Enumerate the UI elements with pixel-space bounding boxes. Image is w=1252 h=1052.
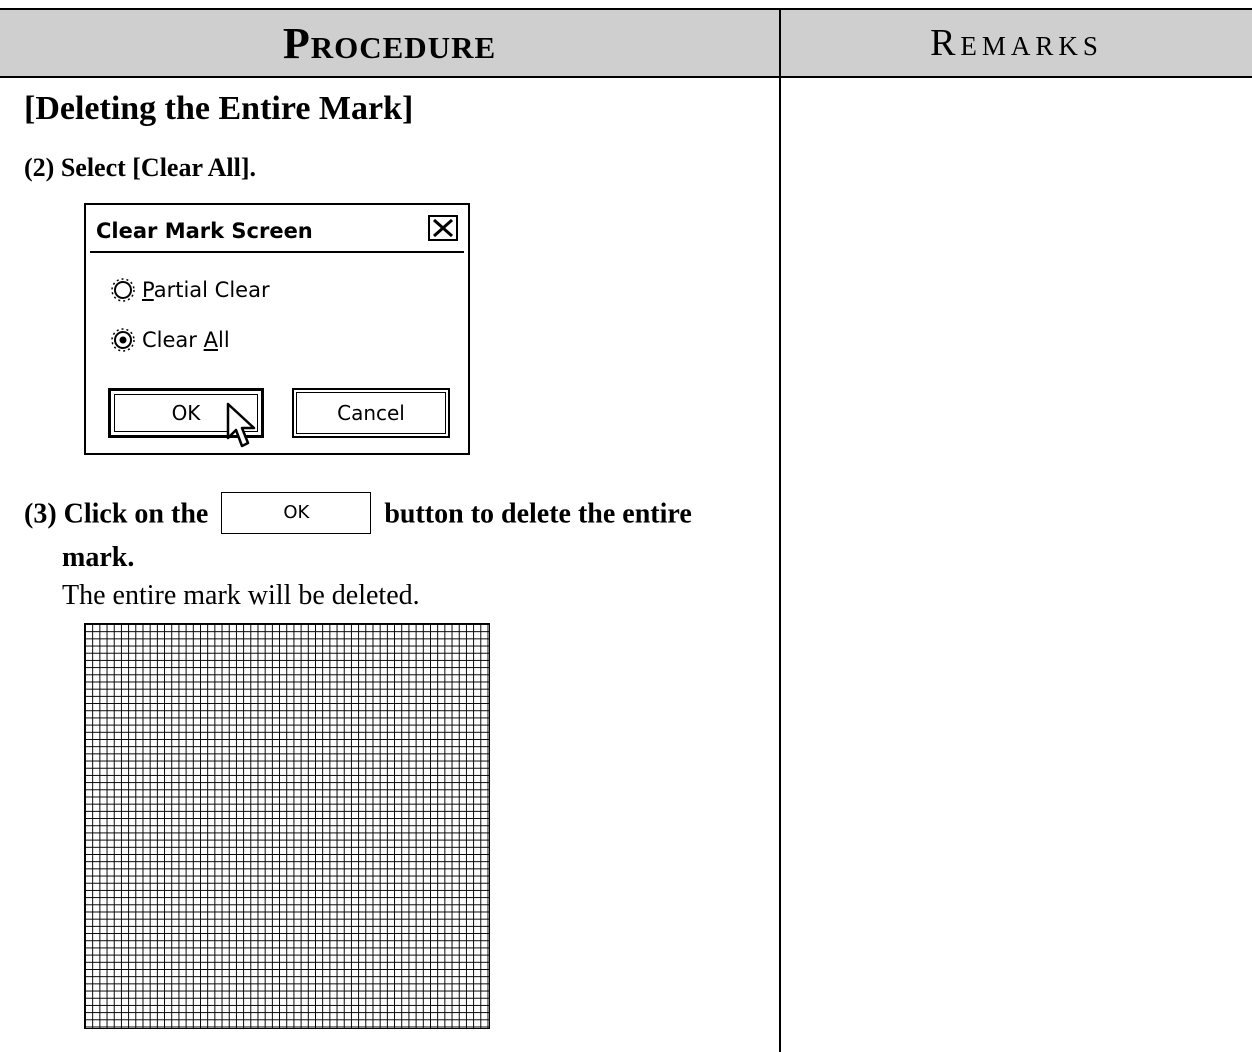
close-icon — [433, 218, 453, 238]
mouse-pointer-icon — [226, 402, 256, 448]
partial-clear-radio[interactable]: Partial Clear — [110, 277, 270, 303]
close-button[interactable] — [428, 215, 458, 241]
step-3-text: (3) Click on the OK button to delete the… — [24, 492, 692, 537]
dialog-titlebar: Clear Mark Screen — [90, 209, 464, 253]
step-3-continuation: mark. — [62, 542, 135, 573]
inline-ok-button: OK — [221, 492, 372, 534]
column-divider — [779, 8, 781, 1052]
section-title: [Deleting the Entire Mark] — [24, 90, 414, 127]
radio-button-icon — [111, 278, 135, 302]
step-2-text: (2) Select [Clear All]. — [24, 153, 256, 182]
clear-all-radio[interactable]: Clear All — [110, 327, 230, 353]
clear-mark-dialog: Clear Mark Screen Partial Clear Clear Al… — [84, 203, 470, 455]
mark-edit-grid — [84, 623, 490, 1029]
partial-clear-label: Partial Clear — [142, 278, 270, 302]
dialog-title: Clear Mark Screen — [96, 219, 313, 243]
radio-button-selected-icon — [111, 328, 135, 352]
cancel-button[interactable]: Cancel — [292, 388, 450, 438]
result-text: The entire mark will be deleted. — [62, 580, 420, 611]
remarks-heading: Remarks — [930, 22, 1103, 64]
procedure-heading: Procedure — [282, 18, 497, 68]
clear-all-label: Clear All — [142, 328, 230, 352]
